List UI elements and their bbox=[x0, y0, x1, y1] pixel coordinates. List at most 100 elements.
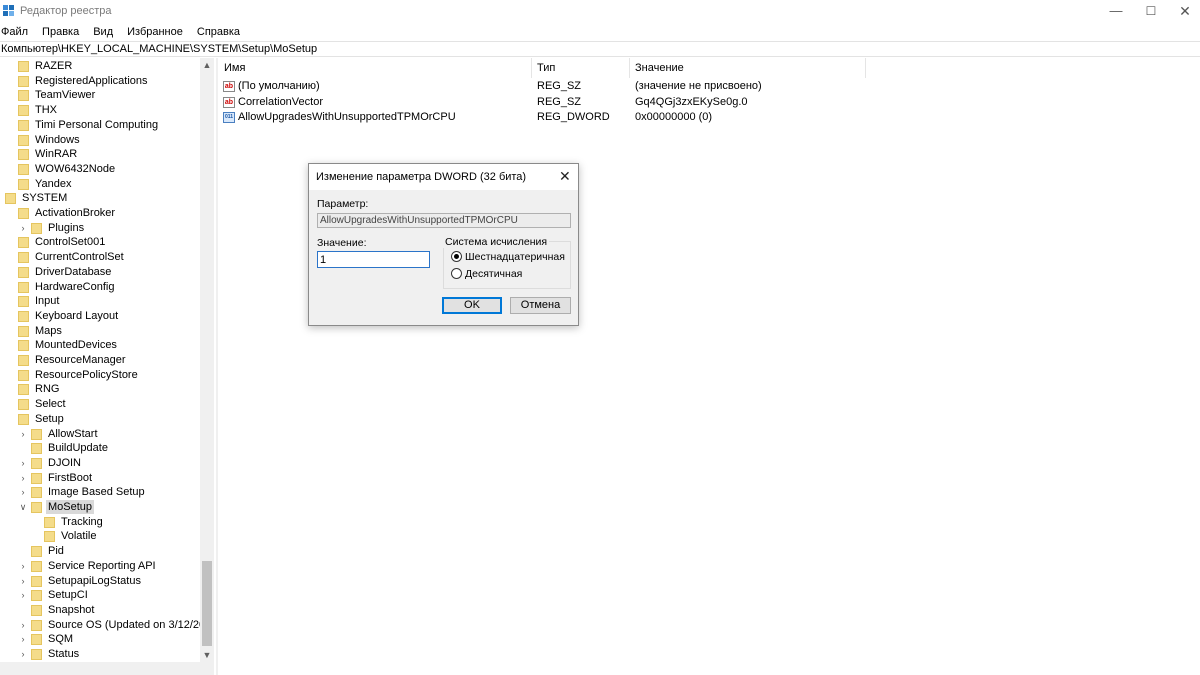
tree-horizontal-scrollbar[interactable] bbox=[0, 662, 214, 675]
table-row[interactable]: ab (По умолчанию) REG_SZ (значение не присв… bbox=[219, 79, 1200, 94]
cancel-button[interactable]: Отмена bbox=[510, 297, 571, 314]
radio-decimal[interactable] bbox=[451, 268, 462, 279]
minimize-button[interactable]: — bbox=[1096, 0, 1136, 24]
tree-item[interactable]: RegisteredApplications bbox=[0, 74, 200, 89]
chevron-down-icon[interactable]: ∨ bbox=[18, 500, 28, 514]
column-value[interactable]: Значение bbox=[630, 58, 866, 78]
chevron-right-icon[interactable]: › bbox=[18, 559, 28, 573]
chevron-right-icon[interactable]: › bbox=[18, 221, 28, 235]
table-row[interactable]: ab CorrelationVector REG_SZ Gq4QGj3zxEKySe0… bbox=[219, 95, 1200, 110]
tree-item[interactable]: CurrentControlSet bbox=[0, 250, 200, 265]
tree-item[interactable]: › SQM bbox=[0, 632, 200, 647]
tree-item[interactable]: › SetupCI bbox=[0, 588, 200, 603]
scroll-down-arrow-icon[interactable]: ▼ bbox=[200, 648, 214, 662]
tree-item-label: RNG bbox=[35, 383, 60, 396]
menu-edit[interactable]: Правка bbox=[40, 24, 79, 40]
chevron-right-icon[interactable]: › bbox=[18, 588, 28, 602]
tree-item[interactable]: › Plugins bbox=[0, 221, 200, 236]
tree-item[interactable]: Tracking bbox=[0, 515, 200, 530]
tree-item[interactable]: SYSTEM bbox=[0, 191, 200, 206]
column-type[interactable]: Тип bbox=[532, 58, 630, 78]
chevron-right-icon[interactable]: › bbox=[18, 456, 28, 470]
tree-item[interactable]: › Status bbox=[0, 647, 200, 662]
tree-item[interactable]: ControlSet001 bbox=[0, 235, 200, 250]
menu-file[interactable]: Файл bbox=[0, 24, 28, 40]
values-list: Имя Тип Значение ab (По умолчанию) REG_SZ (… bbox=[219, 58, 1200, 675]
menu-favorites[interactable]: Избранное bbox=[125, 24, 183, 40]
tree-item-label: Keyboard Layout bbox=[35, 309, 119, 322]
tree-item[interactable]: Maps bbox=[0, 324, 200, 339]
chevron-right-icon[interactable]: › bbox=[18, 647, 28, 661]
tree-item[interactable]: BuildUpdate bbox=[0, 441, 200, 456]
value-input[interactable] bbox=[317, 251, 430, 268]
chevron-right-icon[interactable]: › bbox=[18, 574, 28, 588]
chevron-right-icon[interactable]: › bbox=[18, 618, 28, 632]
scroll-up-arrow-icon[interactable]: ▲ bbox=[200, 58, 214, 72]
tree-item[interactable]: Keyboard Layout bbox=[0, 309, 200, 324]
chevron-right-icon[interactable]: › bbox=[18, 471, 28, 485]
tree-item[interactable]: WinRAR bbox=[0, 147, 200, 162]
radio-hex-label[interactable]: Шестнадцатеричная bbox=[465, 251, 565, 263]
dialog-close-icon[interactable]: ✕ bbox=[559, 168, 571, 185]
tree-item-label: Service Reporting API bbox=[48, 559, 156, 572]
close-window-button[interactable]: ✕ bbox=[1165, 0, 1200, 24]
tree-item[interactable]: › FirstBoot bbox=[0, 471, 200, 486]
menu-help[interactable]: Справка bbox=[195, 24, 240, 40]
tree-item[interactable]: ResourcePolicyStore bbox=[0, 368, 200, 383]
key-tree[interactable]: RAZER RegisteredApplications TeamViewer THX… bbox=[0, 58, 214, 670]
radio-hex[interactable] bbox=[451, 251, 462, 262]
tree-item[interactable]: › Image Based Setup bbox=[0, 485, 200, 500]
column-name[interactable]: Имя bbox=[219, 58, 532, 78]
folder-icon bbox=[18, 105, 29, 117]
param-label: Параметр: bbox=[317, 198, 369, 210]
tree-item[interactable]: ResourceManager bbox=[0, 353, 200, 368]
tree-item[interactable]: MountedDevices bbox=[0, 338, 200, 353]
tree-item[interactable]: TeamViewer bbox=[0, 88, 200, 103]
tree-item[interactable]: Snapshot bbox=[0, 603, 200, 618]
tree-item[interactable]: › AllowStart bbox=[0, 427, 200, 442]
chevron-right-icon[interactable]: › bbox=[18, 632, 28, 646]
tree-item[interactable]: ActivationBroker bbox=[0, 206, 200, 221]
tree-item[interactable]: Input bbox=[0, 294, 200, 309]
radio-decimal-label[interactable]: Десятичная bbox=[465, 268, 522, 280]
tree-item[interactable]: Timi Personal Computing bbox=[0, 118, 200, 133]
chevron-right-icon[interactable]: › bbox=[18, 427, 28, 441]
tree-vertical-scrollbar[interactable]: ▲ ▼ bbox=[200, 58, 214, 662]
tree-item[interactable]: RNG bbox=[0, 382, 200, 397]
pane-splitter[interactable] bbox=[216, 58, 218, 675]
folder-icon bbox=[31, 575, 42, 587]
table-row[interactable]: 011 AllowUpgradesWithUnsupportedTPMOrCPU R… bbox=[219, 110, 1200, 125]
folder-icon bbox=[31, 457, 42, 469]
tree-item[interactable]: DriverDatabase bbox=[0, 265, 200, 280]
tree-item-label: DriverDatabase bbox=[35, 265, 112, 278]
tree-item[interactable]: RAZER bbox=[0, 59, 200, 74]
tree-item[interactable]: Windows bbox=[0, 133, 200, 148]
tree-item[interactable]: Pid bbox=[0, 544, 200, 559]
scroll-thumb[interactable] bbox=[202, 561, 212, 646]
menu-view[interactable]: Вид bbox=[91, 24, 113, 40]
tree-item[interactable]: › Service Reporting API bbox=[0, 559, 200, 574]
tree-item[interactable]: › SetupapiLogStatus bbox=[0, 574, 200, 589]
tree-item[interactable]: Setup bbox=[0, 412, 200, 427]
tree-item[interactable]: WOW6432Node bbox=[0, 162, 200, 177]
cell-name: (По умолчанию) bbox=[238, 80, 320, 92]
folder-icon bbox=[18, 413, 29, 425]
tree-item[interactable]: ∨ MoSetup bbox=[0, 500, 200, 515]
ok-button[interactable]: OK bbox=[442, 297, 502, 314]
radix-group bbox=[443, 241, 571, 289]
tree-item[interactable]: › Source OS (Updated on 3/12/2021 14:5 bbox=[0, 618, 213, 633]
tree-item[interactable]: HardwareConfig bbox=[0, 280, 200, 295]
tree-item[interactable]: Select bbox=[0, 397, 200, 412]
cell-type: REG_SZ bbox=[537, 80, 582, 92]
tree-item-label: Yandex bbox=[35, 177, 72, 190]
tree-item[interactable]: › DJOIN bbox=[0, 456, 200, 471]
tree-item[interactable]: THX bbox=[0, 103, 200, 118]
tree-item-label: ResourcePolicyStore bbox=[35, 368, 138, 381]
tree-item[interactable]: Yandex bbox=[0, 177, 200, 192]
param-name-field: AllowUpgradesWithUnsupportedTPMOrCPU bbox=[317, 213, 571, 228]
folder-icon bbox=[18, 399, 29, 411]
chevron-right-icon[interactable]: › bbox=[18, 485, 28, 499]
folder-icon bbox=[18, 61, 29, 72]
tree-item[interactable]: Volatile bbox=[0, 529, 200, 544]
address-bar[interactable]: Компьютер\HKEY_LOCAL_MACHINE\SYSTEM\Setu… bbox=[0, 41, 1200, 57]
